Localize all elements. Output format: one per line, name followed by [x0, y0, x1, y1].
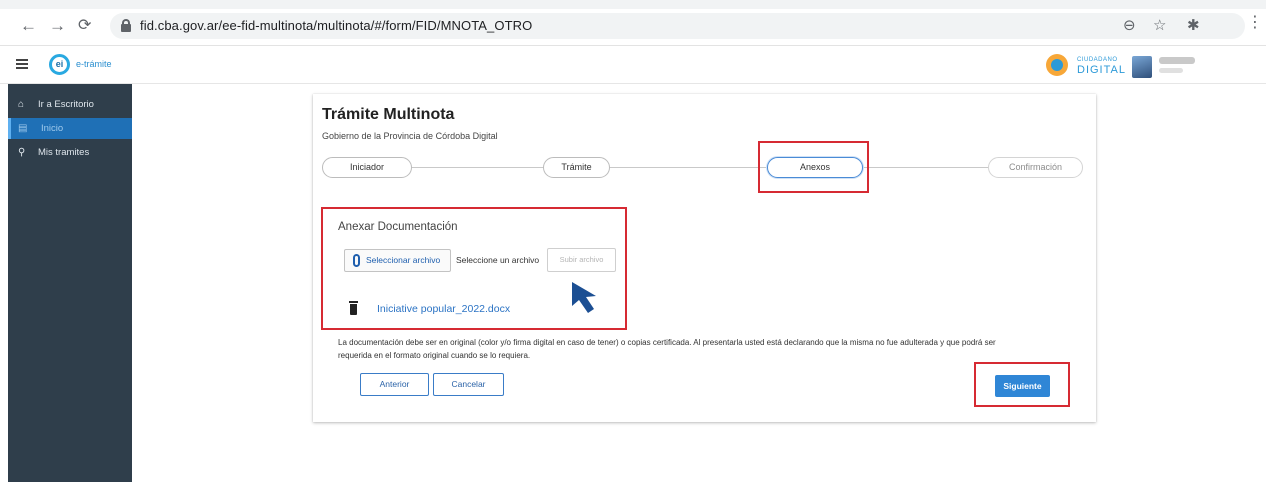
page-subtitle: Gobierno de la Provincia de Córdoba Digi… [322, 131, 498, 141]
browser-toolbar: ← → ⟳ fid.cba.gov.ar/ee-fid-multinota/mu… [0, 0, 1266, 46]
app-header: ei e-trámite CIUDADANO DIGITAL [0, 46, 1266, 84]
forward-arrow-icon[interactable]: → [49, 17, 66, 35]
upload-file-button[interactable]: Subir archivo [547, 248, 616, 272]
notice-line-2: requerida en el formato original cuando … [338, 351, 531, 360]
stepper-track [388, 167, 1078, 168]
search-icon: ⚲ [18, 147, 26, 158]
address-bar[interactable]: fid.cba.gov.ar/ee-fid-multinota/multinot… [110, 13, 1245, 39]
sidebar-item-label: Ir a Escritorio [38, 99, 94, 110]
document-icon: ▤ [18, 123, 28, 134]
hamburger-menu-icon[interactable] [16, 59, 28, 69]
form-card: Trámite Multinota Gobierno de la Provinc… [313, 94, 1096, 422]
browser-menu-icon[interactable]: ⋮ [1247, 15, 1263, 31]
notice-line-1: La documentación debe ser en original (c… [338, 338, 996, 347]
select-file-button[interactable]: Seleccionar archivo [344, 249, 451, 272]
paperclip-icon [353, 254, 360, 267]
sidebar-item-mis-tramites[interactable]: ⚲ Mis tramites [8, 142, 132, 163]
partner-logo-top: CIUDADANO [1077, 57, 1118, 63]
sidebar-item-label: Mis tramites [38, 147, 90, 158]
mouse-pointer-icon [572, 282, 596, 313]
screen: ← → ⟳ fid.cba.gov.ar/ee-fid-multinota/mu… [0, 0, 1266, 482]
step-iniciador[interactable]: Iniciador [322, 157, 412, 178]
user-name-redacted [1159, 57, 1195, 64]
extensions-icon[interactable]: ✱ [1187, 16, 1200, 34]
reload-icon[interactable]: ⟳ [78, 17, 91, 35]
highlight-anexos-step [758, 141, 869, 193]
page-title: Trámite Multinota [322, 106, 455, 123]
step-confirmacion[interactable]: Confirmación [988, 157, 1083, 178]
brand-name: e-trámite [76, 59, 112, 69]
documentation-notice: La documentación debe ser en original (c… [338, 336, 1078, 362]
star-icon[interactable]: ☆ [1153, 16, 1166, 34]
sidebar-item-inicio[interactable]: ▤ Inicio [8, 118, 132, 139]
back-arrow-icon[interactable]: ← [20, 17, 37, 35]
ciudadano-digital-logo-icon [1046, 54, 1068, 76]
back-button[interactable]: Anterior [360, 373, 429, 396]
sidebar: ⌂ Ir a Escritorio ▤ Inicio ⚲ Mis tramite… [8, 84, 132, 482]
etramite-logo-icon[interactable]: ei [49, 54, 70, 75]
zoom-icon[interactable]: ⊖ [1123, 16, 1136, 34]
lock-icon [121, 19, 131, 32]
next-button[interactable]: Siguiente [995, 375, 1050, 397]
select-file-hint: Seleccione un archivo [456, 255, 540, 265]
tab-strip [0, 0, 1266, 9]
sidebar-item-label: Inicio [41, 123, 64, 134]
home-icon: ⌂ [18, 99, 25, 110]
user-role-redacted [1159, 68, 1183, 73]
attachments-section-title: Anexar Documentación [338, 221, 458, 233]
sidebar-item-escritorio[interactable]: ⌂ Ir a Escritorio [8, 94, 132, 115]
url-text[interactable]: fid.cba.gov.ar/ee-fid-multinota/multinot… [140, 18, 532, 33]
cancel-button[interactable]: Cancelar [433, 373, 504, 396]
trash-icon[interactable] [349, 301, 358, 315]
select-file-label: Seleccionar archivo [366, 255, 441, 265]
avatar[interactable] [1132, 56, 1152, 78]
attached-file-link[interactable]: Iniciative popular_2022.docx [377, 303, 510, 315]
step-tramite[interactable]: Trámite [543, 157, 610, 178]
partner-logo-bottom: DIGITAL [1077, 64, 1126, 76]
